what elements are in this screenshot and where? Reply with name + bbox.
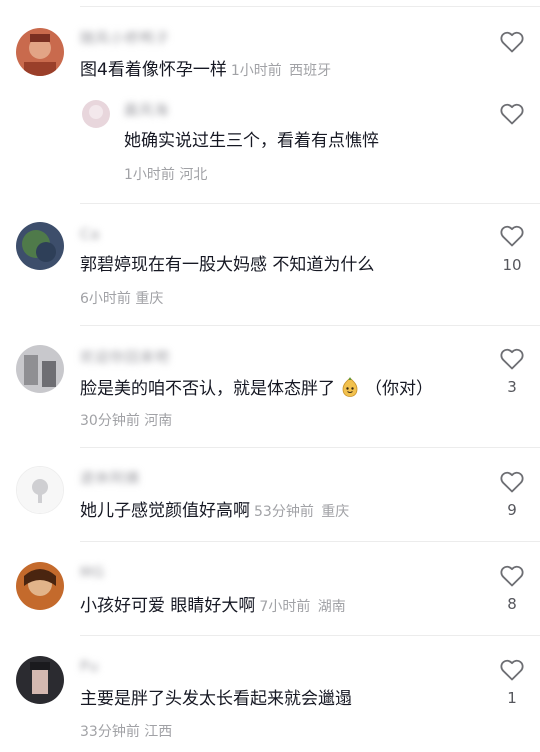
like-count: 1 — [507, 689, 517, 707]
like-button[interactable] — [498, 28, 526, 56]
comment-text: 她确实说过生三个，看着有点憔悴 — [124, 131, 379, 151]
username[interactable]: Pu — [80, 658, 99, 676]
username[interactable]: 随风小桥鸭子 — [80, 30, 170, 48]
username[interactable]: Ca — [80, 226, 100, 244]
comment-time: 6小时前 — [80, 291, 131, 307]
heart-outline-icon — [500, 471, 524, 493]
comment-text: 主要是胖了头发太长看起来就会邋遢 — [80, 689, 352, 709]
divider — [80, 635, 540, 636]
divider — [80, 203, 540, 204]
avatar[interactable] — [16, 562, 64, 610]
comment-time: 53分钟前 — [254, 504, 314, 520]
avatar[interactable] — [82, 100, 110, 128]
comment-text: 郭碧婷现在有一股大妈感 不知道为什么 — [80, 255, 375, 275]
heart-outline-icon — [500, 225, 524, 247]
avatar[interactable] — [16, 466, 64, 514]
comment-meta: 6小时前 重庆 — [80, 288, 163, 308]
like-count: 8 — [507, 595, 517, 613]
comment-location: 江西 — [144, 724, 173, 740]
comment-location: 重庆 — [321, 504, 350, 520]
comment-body: 脸是美的咱不否认，就是体态胖了 — [80, 379, 335, 399]
like-button[interactable] — [498, 100, 526, 128]
comment-time: 30分钟前 — [80, 413, 140, 429]
username[interactable]: 欢迎你回来吧 — [80, 349, 170, 367]
comment-time: 33分钟前 — [80, 724, 140, 740]
heart-outline-icon — [500, 348, 524, 370]
username[interactable]: 退休阿姨 — [80, 470, 140, 488]
smile-emoji-icon — [339, 376, 361, 398]
avatar[interactable] — [16, 28, 64, 76]
comment-time: 1小时前 — [124, 167, 175, 183]
comment-location: 西班牙 — [289, 63, 332, 79]
heart-outline-icon — [500, 31, 524, 53]
comment-text: 脸是美的咱不否认，就是体态胖了 （你对） — [80, 376, 433, 401]
comment-body: 小孩好可爱 眼睛好大啊 — [80, 596, 256, 616]
comment-time: 1小时前 — [230, 63, 282, 79]
like-button[interactable] — [498, 562, 526, 590]
username[interactable]: 晨风海 — [124, 102, 169, 120]
comment-meta: 1小时前 河北 — [124, 164, 207, 184]
comment-text: 她儿子感觉颜值好高啊 53分钟前 重庆 — [80, 499, 349, 524]
divider — [80, 541, 540, 542]
comment-body-suffix: （你对） — [365, 379, 433, 399]
heart-outline-icon — [500, 103, 524, 125]
comment-meta: 33分钟前 江西 — [80, 721, 172, 741]
comment-location: 河南 — [144, 413, 173, 429]
comment-body: 她儿子感觉颜值好高啊 — [80, 501, 250, 521]
comment-meta: 30分钟前 河南 — [80, 410, 172, 430]
divider — [80, 6, 540, 7]
heart-outline-icon — [500, 565, 524, 587]
avatar[interactable] — [16, 345, 64, 393]
heart-outline-icon — [500, 659, 524, 681]
like-button[interactable] — [498, 345, 526, 373]
divider — [80, 325, 540, 326]
comment-text: 图4看着像怀孕一样 1小时前 西班牙 — [80, 58, 331, 83]
like-button[interactable] — [498, 468, 526, 496]
like-button[interactable] — [498, 222, 526, 250]
avatar[interactable] — [16, 222, 64, 270]
comment-location: 湖南 — [317, 599, 346, 615]
comment-location: 重庆 — [135, 291, 164, 307]
like-count: 9 — [507, 501, 517, 519]
like-button[interactable] — [498, 656, 526, 684]
divider — [80, 447, 540, 448]
like-count: 10 — [502, 256, 522, 274]
username[interactable]: MG — [80, 564, 105, 582]
comment-time: 7小时前 — [259, 599, 311, 615]
comment-text: 小孩好可爱 眼睛好大啊 7小时前 湖南 — [80, 594, 346, 619]
comment-body: 图4看着像怀孕一样 — [80, 60, 227, 80]
comment-location: 河北 — [179, 167, 208, 183]
like-count: 3 — [507, 378, 517, 396]
avatar[interactable] — [16, 656, 64, 704]
